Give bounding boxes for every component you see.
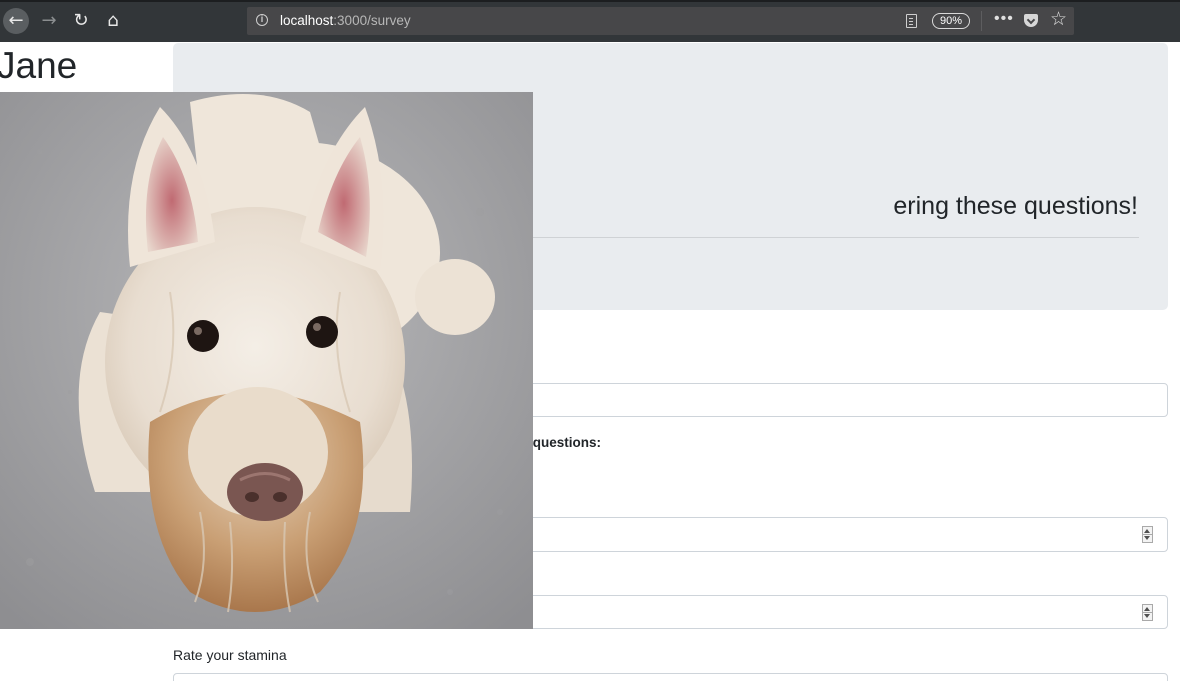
reload-icon[interactable]: ↻	[68, 8, 94, 34]
url-path: :3000/survey	[333, 13, 411, 28]
home-icon[interactable]: ⌂	[100, 8, 126, 34]
star-icon[interactable]: ☆	[1050, 8, 1067, 30]
url-text[interactable]: localhost:3000/survey	[280, 13, 411, 28]
stamina-number-input[interactable]	[173, 673, 1168, 681]
tab-strip-edge	[0, 0, 1180, 2]
browser-toolbar: ← → ↻ ⌂ i localhost:3000/survey 90% ••• …	[0, 0, 1180, 42]
number-spinner-icon[interactable]	[1142, 526, 1153, 543]
number-spinner-icon[interactable]	[1142, 604, 1153, 621]
more-dots-icon[interactable]: •••	[994, 10, 1014, 28]
url-host: localhost	[280, 13, 334, 28]
pocket-icon[interactable]	[1024, 14, 1038, 27]
reader-view-icon[interactable]	[906, 14, 917, 28]
forward-arrow-icon[interactable]: →	[36, 8, 62, 34]
url-divider	[981, 11, 982, 31]
zoom-level-badge[interactable]: 90%	[932, 13, 970, 29]
dog-photo	[0, 92, 533, 629]
address-bar[interactable]: i localhost:3000/survey 90% ••• ☆	[247, 7, 1074, 35]
stamina-label: Rate your stamina	[173, 647, 287, 663]
user-name-heading: Jane	[0, 45, 78, 86]
dog-illustration	[0, 92, 533, 629]
back-arrow-icon[interactable]: ←	[3, 8, 29, 34]
page: ← → ↻ ⌂ i localhost:3000/survey 90% ••• …	[0, 0, 1180, 681]
info-icon[interactable]: i	[256, 14, 268, 26]
